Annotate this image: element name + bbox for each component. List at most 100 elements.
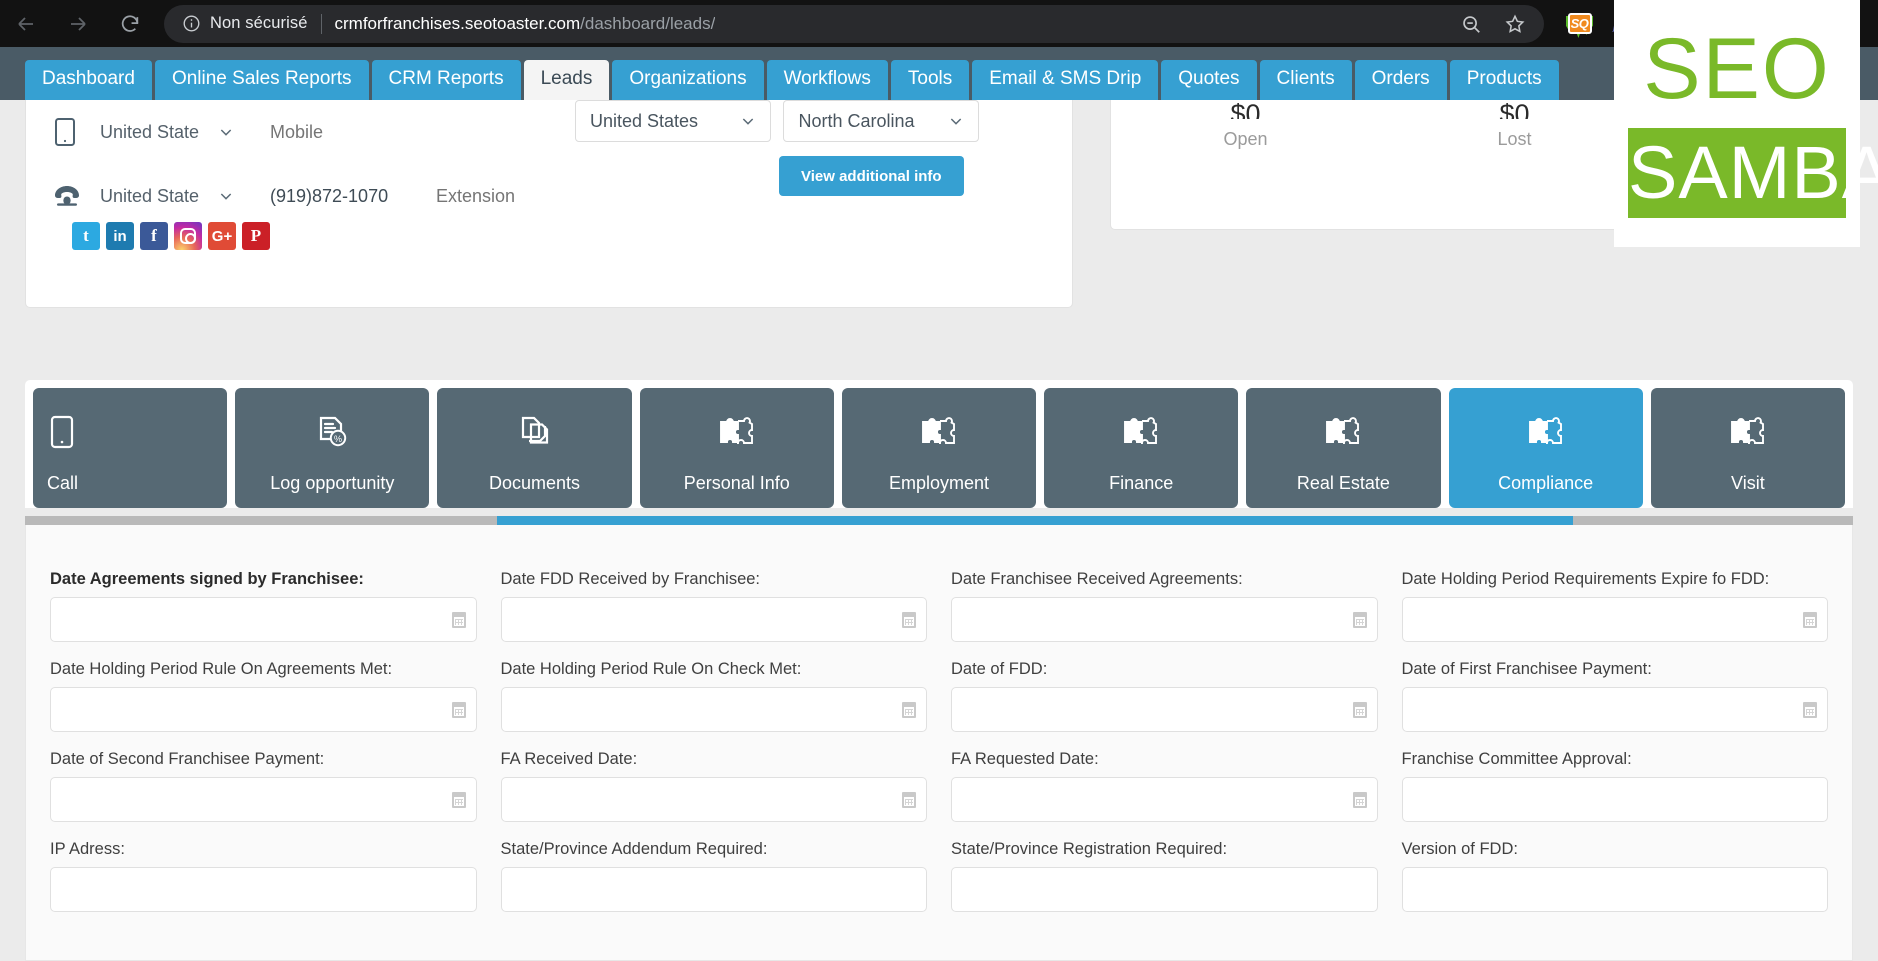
form-input-state-province-addendum-required[interactable] (501, 868, 926, 911)
form-label: FA Received Date: (500, 750, 638, 768)
app-nav-tab-tools[interactable]: Tools (890, 60, 970, 100)
calendar-icon[interactable] (1803, 701, 1817, 718)
form-input-fa-requested-date[interactable] (952, 778, 1377, 821)
form-input-wrapper[interactable] (951, 777, 1378, 822)
forward-button[interactable] (52, 0, 104, 47)
form-input-wrapper[interactable] (1401, 597, 1828, 642)
mobile-country-select[interactable]: United State (100, 122, 218, 143)
module-tab-real-estate[interactable]: Real Estate (1246, 388, 1441, 508)
app-nav-tab-quotes[interactable]: Quotes (1161, 60, 1257, 100)
form-input-date-holding-period-rule-on-check-met[interactable] (501, 688, 926, 731)
form-input-state-province-registration-required[interactable] (952, 868, 1377, 911)
form-input-ip-adress[interactable] (51, 868, 476, 911)
form-input-wrapper[interactable] (1401, 687, 1828, 732)
linkedin-icon[interactable]: in (106, 222, 134, 250)
calendar-icon[interactable] (902, 791, 916, 808)
country-select[interactable]: United States (575, 100, 771, 142)
module-tab-log-opportunity[interactable]: % Log opportunity (235, 388, 430, 508)
module-tab-label: Personal Info (683, 473, 790, 493)
calendar-icon[interactable] (451, 791, 466, 808)
mobile-number-input[interactable] (270, 121, 530, 143)
calendar-icon[interactable] (1352, 611, 1367, 628)
form-input-wrapper[interactable] (500, 867, 927, 912)
form-input-wrapper[interactable] (951, 867, 1378, 912)
form-input-date-agreements-signed-by-franchisee[interactable] (51, 598, 476, 641)
form-field-ip-adress: IP Adress: (38, 840, 489, 930)
app-nav-tab-orders[interactable]: Orders (1354, 60, 1447, 100)
chevron-down-icon[interactable] (218, 188, 234, 204)
form-input-date-of-second-franchisee-payment[interactable] (51, 778, 476, 821)
instagram-icon[interactable] (174, 222, 202, 250)
form-field-date-of-first-franchisee-payment: Date of First Franchisee Payment: (1390, 660, 1841, 750)
app-nav-tab-clients[interactable]: Clients (1259, 60, 1352, 100)
phone-country-select[interactable]: United State (100, 186, 218, 207)
form-input-date-of-fdd[interactable] (952, 688, 1377, 731)
back-button[interactable] (0, 0, 52, 47)
module-tab-personal-info[interactable]: Personal Info (639, 388, 834, 508)
calendar-icon[interactable] (1352, 701, 1367, 718)
module-tab-documents[interactable]: Documents (437, 388, 632, 508)
form-input-date-franchisee-received-agreements[interactable] (952, 598, 1377, 641)
view-additional-info-button[interactable]: View additional info (779, 156, 964, 196)
calendar-icon[interactable] (451, 701, 466, 718)
app-nav-tab-email-sms-drip[interactable]: Email & SMS Drip (972, 60, 1159, 100)
form-input-franchise-committee-approval[interactable] (1402, 778, 1827, 821)
app-nav-tab-online-sales-reports[interactable]: Online Sales Reports (154, 60, 369, 100)
calendar-icon[interactable] (902, 701, 916, 718)
module-tabs-scrollbar[interactable] (25, 516, 1853, 525)
module-tab-label: Compliance (1498, 473, 1594, 493)
reload-button[interactable] (104, 0, 156, 47)
form-field-date-fdd-received-by-franchisee: Date FDD Received by Franchisee: (489, 570, 940, 660)
app-nav-tab-dashboard[interactable]: Dashboard (25, 60, 152, 100)
module-tab-finance[interactable]: Finance (1044, 388, 1239, 508)
info-circle-icon[interactable] (182, 14, 201, 33)
seoquake-badge: SQ (1567, 13, 1592, 34)
form-input-wrapper[interactable] (500, 597, 927, 642)
form-input-date-fdd-received-by-franchisee[interactable] (501, 598, 926, 641)
calendar-icon[interactable] (902, 611, 916, 628)
url-text: crmforfranchises.seotoaster.com/dashboar… (335, 14, 716, 34)
mobile-phone-icon (33, 410, 227, 454)
form-input-date-holding-period-requirements-expire-fo-fdd[interactable] (1402, 598, 1827, 641)
calendar-icon[interactable] (1352, 791, 1367, 808)
state-select[interactable]: North Carolina (783, 100, 980, 142)
form-input-wrapper[interactable] (951, 597, 1378, 642)
form-input-wrapper[interactable] (50, 687, 477, 732)
seoquake-extension-icon[interactable]: SQ (1566, 10, 1593, 38)
app-nav-tab-leads[interactable]: Leads (523, 60, 610, 100)
form-input-wrapper[interactable] (1401, 867, 1828, 912)
zoom-out-icon[interactable] (1460, 13, 1482, 35)
chevron-down-icon[interactable] (218, 124, 234, 140)
form-input-wrapper[interactable] (50, 867, 477, 912)
calendar-icon[interactable] (451, 611, 466, 628)
module-tab-call[interactable]: Call (33, 388, 228, 508)
scrollbar-thumb[interactable] (497, 516, 1573, 525)
module-tab-compliance[interactable]: Compliance (1448, 388, 1643, 508)
module-tab-label: Call (47, 473, 79, 493)
form-input-date-of-first-franchisee-payment[interactable] (1402, 688, 1827, 731)
google-plus-icon[interactable]: G+ (208, 222, 236, 250)
phone-number-value[interactable]: (919)872-1070 (270, 186, 436, 207)
pinterest-icon[interactable]: P (242, 222, 270, 250)
form-input-wrapper[interactable] (50, 777, 477, 822)
form-input-wrapper[interactable] (1401, 777, 1828, 822)
app-nav-tab-workflows[interactable]: Workflows (766, 60, 888, 100)
form-input-fa-received-date[interactable] (501, 778, 926, 821)
reload-icon (119, 13, 141, 35)
facebook-icon[interactable]: f (140, 222, 168, 250)
form-input-wrapper[interactable] (500, 777, 927, 822)
module-tab-visit[interactable]: Visit (1650, 388, 1845, 508)
calendar-icon[interactable] (1803, 611, 1817, 628)
form-input-wrapper[interactable] (50, 597, 477, 642)
module-tab-employment[interactable]: Employment (841, 388, 1037, 508)
app-nav-tab-crm-reports[interactable]: CRM Reports (371, 60, 521, 100)
form-input-date-holding-period-rule-on-agreements-met[interactable] (51, 688, 476, 731)
form-input-version-of-fdd[interactable] (1402, 868, 1827, 911)
app-nav-tab-organizations[interactable]: Organizations (612, 60, 764, 100)
form-input-wrapper[interactable] (951, 687, 1378, 732)
app-nav-tab-products[interactable]: Products (1449, 60, 1559, 100)
address-bar[interactable]: Non sécurisé crmforfranchises.seotoaster… (164, 4, 1544, 43)
twitter-icon[interactable]: t (72, 222, 100, 250)
form-input-wrapper[interactable] (500, 687, 927, 732)
star-icon[interactable] (1504, 13, 1526, 35)
